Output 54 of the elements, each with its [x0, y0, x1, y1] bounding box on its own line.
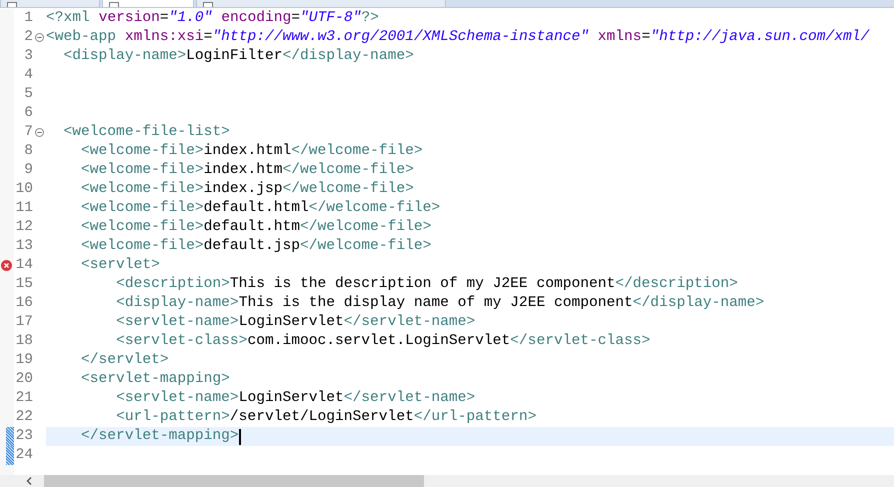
line-number: 15 — [16, 275, 33, 294]
text-cursor — [238, 428, 241, 444]
line-number: 6 — [24, 104, 33, 123]
editor-tab[interactable] — [0, 0, 100, 7]
line-number: 18 — [16, 332, 33, 351]
code-line: <welcome-file-list> — [62, 123, 230, 142]
file-icon — [203, 2, 213, 7]
line-number: 16 — [16, 294, 33, 313]
line-number: 17 — [16, 313, 33, 332]
file-icon — [109, 2, 119, 7]
code-line: <welcome-file>default.html</welcome-file> — [80, 199, 440, 218]
line-number: 1 — [24, 9, 33, 28]
line-number: 4 — [24, 66, 33, 85]
line-number: 20 — [16, 370, 33, 389]
line-number: 19 — [16, 351, 33, 370]
code-line: <welcome-file>default.jsp</welcome-file> — [80, 237, 432, 256]
line-number: 12 — [16, 218, 33, 237]
line-number: 5 — [24, 85, 33, 104]
code-line: <display-name>LoginFilter</display-name> — [62, 47, 414, 66]
code-line: <welcome-file>index.jsp</welcome-file> — [80, 180, 414, 199]
code-line: <servlet-name>LoginServlet</servlet-name> — [115, 389, 476, 408]
line-number: 13 — [16, 237, 33, 256]
line-number: 23 — [16, 427, 33, 446]
code-line: <servlet-mapping> — [80, 370, 230, 389]
code-line: <url-pattern>/servlet/LoginServlet</url-pattern> — [115, 408, 536, 427]
line-number: 3 — [24, 47, 33, 66]
code-line: <welcome-file>default.htm</welcome-file> — [80, 218, 432, 237]
code-line: </servlet-mapping> — [80, 427, 239, 446]
line-number: 22 — [16, 408, 33, 427]
line-number: 21 — [16, 389, 33, 408]
line-number: 2 — [24, 28, 33, 47]
code-line: <servlet> — [80, 256, 160, 275]
line-number: 14 — [16, 256, 33, 275]
code-line: <servlet-name>LoginServlet</servlet-name> — [115, 313, 476, 332]
horizontal-scrollbar-thumb[interactable] — [44, 475, 424, 487]
collapse-icon[interactable] — [35, 128, 44, 137]
code-line: <welcome-file>index.htm</welcome-file> — [80, 161, 414, 180]
line-number: 11 — [16, 199, 33, 218]
line-number: 7 — [24, 123, 33, 142]
code-line: </servlet> — [80, 351, 169, 370]
code-line: <web-app xmlns:xsi="http://www.w3.org/2001/XMLSchema-instance" xmlns="http://java.sun.com/xml/ — [46, 28, 870, 47]
line-number: 24 — [16, 446, 33, 465]
code-line: <?xml version="1.0" encoding="UTF-8"?> — [46, 9, 379, 28]
code-line: <servlet-class>com.imooc.servlet.LoginServlet</servlet-class> — [115, 332, 650, 351]
code-line: <welcome-file>index.html</welcome-file> — [80, 142, 423, 161]
code-line: <description>This is the description of my J2EE component</description> — [115, 275, 738, 294]
line-number: 8 — [24, 142, 33, 161]
chevron-left-icon — [26, 477, 32, 485]
file-icon — [7, 2, 17, 7]
line-number: 9 — [24, 161, 33, 180]
code-line: <display-name>This is the display name of my J2EE component</display-name> — [115, 294, 764, 313]
line-number: 10 — [16, 180, 33, 199]
collapse-icon[interactable] — [35, 33, 44, 42]
editor-tab[interactable] — [102, 0, 194, 7]
